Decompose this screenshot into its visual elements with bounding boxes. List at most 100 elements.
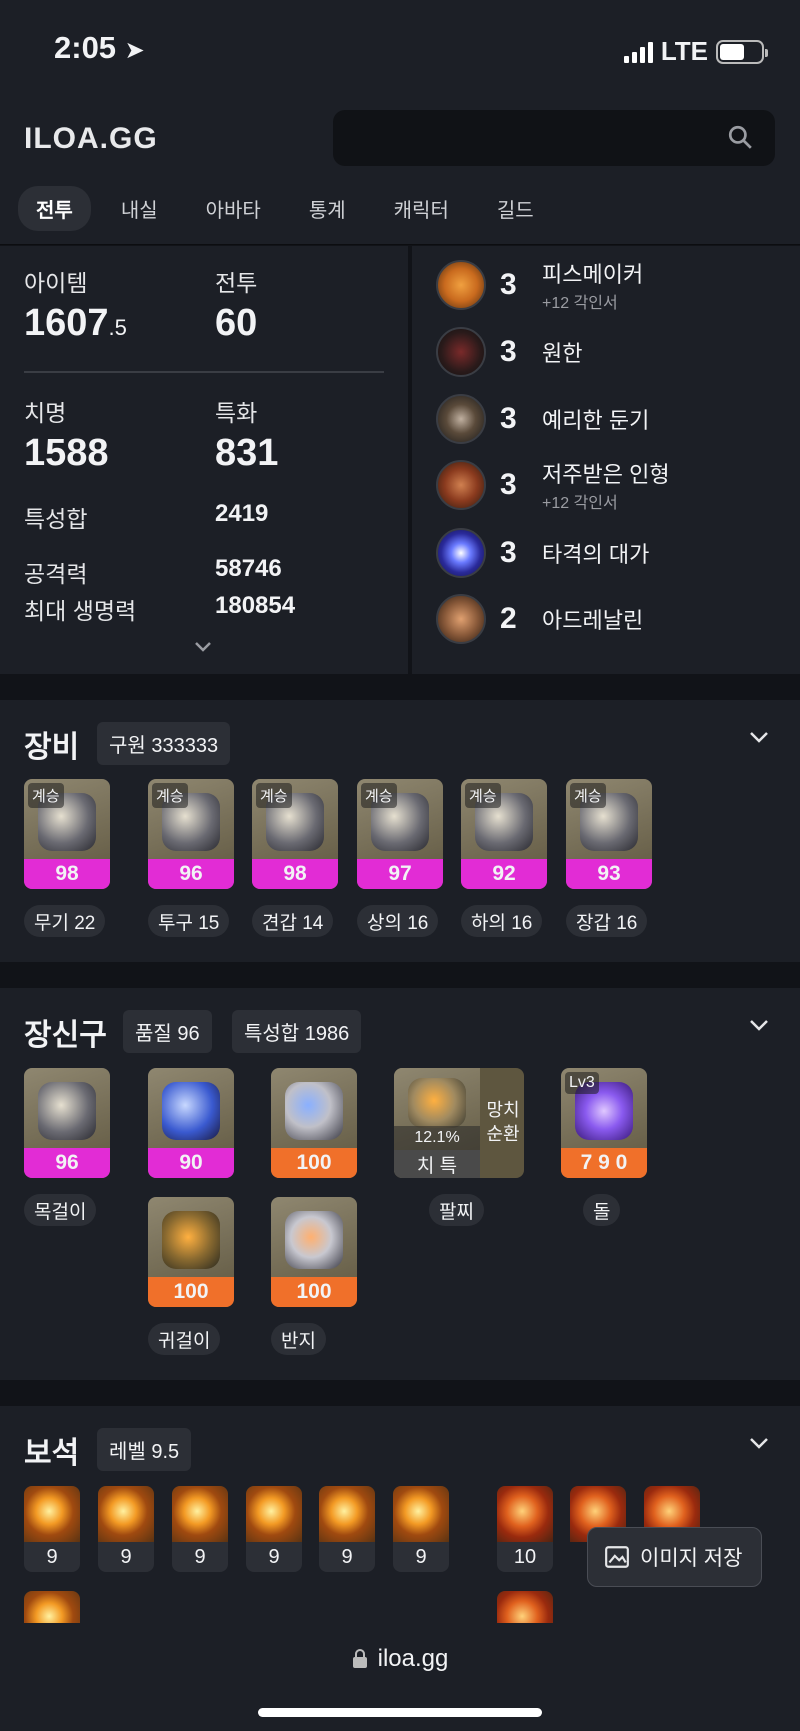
engraving-row[interactable]: 2 아드레날린 xyxy=(436,592,643,646)
expand-stats-chevron-icon[interactable] xyxy=(193,640,213,654)
accessory-quality-tag: 품질 96 xyxy=(123,1010,212,1053)
gem-fire[interactable]: 9 xyxy=(319,1486,375,1572)
ring-icon xyxy=(285,1082,343,1140)
fire-gem-icon xyxy=(393,1486,449,1542)
fire-gem-icon xyxy=(98,1486,154,1542)
accessory-necklace[interactable]: 96 목걸이 xyxy=(24,1068,110,1226)
hp-value: 180854 xyxy=(215,592,296,619)
attack-label: 공격력 xyxy=(24,561,88,587)
quality-bar: 100 xyxy=(271,1277,357,1307)
home-indicator[interactable] xyxy=(258,1708,542,1717)
item-label: 목걸이 xyxy=(24,1194,97,1226)
engraving-row[interactable]: 3 저주받은 인형 +12 각인서 xyxy=(436,458,670,512)
main-nav: 전투 내실 아바타 통계 캐릭터 길드 xyxy=(18,186,552,231)
engraving-row[interactable]: 3 피스메이커 +12 각인서 xyxy=(436,258,643,312)
equipment-item-gloves[interactable]: 계승 93 장갑 16 xyxy=(566,779,652,937)
tab-guild[interactable]: 길드 xyxy=(479,186,552,231)
network-label: LTE xyxy=(660,36,708,66)
quality-bar: 100 xyxy=(271,1148,357,1178)
tab-character[interactable]: 캐릭터 xyxy=(376,186,467,231)
site-header: ILOA.GG 전투 내실 아바타 통계 캐릭터 길드 xyxy=(0,100,800,245)
bracelet-effect: 순환 xyxy=(486,1124,520,1144)
red-gem-icon xyxy=(497,1591,553,1623)
engraving-level: 3 xyxy=(500,268,517,301)
collapse-accessories-chevron-icon[interactable] xyxy=(748,1018,770,1032)
collapse-equipment-chevron-icon[interactable] xyxy=(748,730,770,744)
peacemaker-engraving-icon xyxy=(436,260,486,310)
red-gem-icon xyxy=(497,1486,553,1542)
equipment-item-shoulder[interactable]: 계승 98 견갑 14 xyxy=(252,779,338,937)
gems-section: 보석 레벨 9.5 9 9 9 9 9 9 10 xyxy=(0,1406,800,1623)
engraving-row[interactable]: 3 원한 xyxy=(436,325,582,379)
item-label: 팔찌 xyxy=(429,1194,484,1226)
accessories-title: 장신구 xyxy=(24,1019,107,1052)
quality-bar: 98 xyxy=(24,859,110,889)
stone-level-badge: Lv3 xyxy=(565,1072,599,1094)
engraving-row[interactable]: 3 타격의 대가 xyxy=(436,526,649,580)
grudge-engraving-icon xyxy=(436,327,486,377)
stone-value-bar: 7 9 0 xyxy=(561,1148,647,1178)
item-label: 견갑 14 xyxy=(252,905,334,937)
url-text: iloa.gg xyxy=(377,1645,449,1672)
gem-level: 9 xyxy=(393,1542,449,1572)
bracelet-effect: 망치 xyxy=(486,1100,520,1120)
url-display[interactable]: iloa.gg xyxy=(0,1645,800,1673)
ring-icon xyxy=(285,1211,343,1269)
accessory-ability-stone[interactable]: Lv3 7 9 0 돌 xyxy=(561,1068,647,1226)
engraving-row[interactable]: 3 예리한 둔기 xyxy=(436,392,649,446)
engraving-name: 아드레날린 xyxy=(542,608,644,633)
engravings-panel: 3 피스메이커 +12 각인서 3 원한 3 예리한 둔기 3 저주받은 인형 +1… xyxy=(412,246,800,674)
equipment-item-helmet[interactable]: 계승 96 투구 15 xyxy=(148,779,234,937)
quality-bar: 90 xyxy=(148,1148,234,1178)
status-time: 2:05 ➤ xyxy=(54,30,145,65)
gem-red[interactable]: 10 xyxy=(497,1486,553,1572)
tab-statistics[interactable]: 통계 xyxy=(291,186,364,231)
site-logo[interactable]: ILOA.GG xyxy=(24,122,158,156)
cursed-doll-engraving-icon xyxy=(436,460,486,510)
gem-fire[interactable] xyxy=(24,1591,80,1623)
save-image-label: 이미지 저장 xyxy=(640,1547,743,1570)
accessory-ring-2[interactable]: 100 반지 xyxy=(271,1197,357,1355)
equipment-item-pants[interactable]: 계승 92 하의 16 xyxy=(461,779,547,937)
accessory-earring-2[interactable]: 100 귀걸이 xyxy=(148,1197,234,1355)
gem-fire[interactable]: 9 xyxy=(246,1486,302,1572)
spec-label: 특화 xyxy=(215,400,258,426)
item-label: 반지 xyxy=(271,1323,326,1355)
collapse-gems-chevron-icon[interactable] xyxy=(748,1436,770,1450)
hp-label: 최대 생명력 xyxy=(24,598,137,624)
engraving-sub: +12 각인서 xyxy=(542,495,618,512)
tab-internal[interactable]: 내실 xyxy=(103,186,176,231)
search-input[interactable] xyxy=(333,110,775,166)
tab-avatar[interactable]: 아바타 xyxy=(188,186,279,231)
location-arrow-icon: ➤ xyxy=(124,37,145,64)
equipment-item-weapon[interactable]: 계승 98 무기 22 xyxy=(24,779,110,937)
fire-gem-icon xyxy=(319,1486,375,1542)
spec-value: 831 xyxy=(215,432,279,474)
engraving-name: 예리한 둔기 xyxy=(542,408,650,433)
stat-sum-value: 2419 xyxy=(215,500,269,527)
engraving-level: 2 xyxy=(500,602,517,635)
crit-label: 치명 xyxy=(24,400,67,426)
gem-fire[interactable]: 9 xyxy=(172,1486,228,1572)
accessory-earring-1[interactable]: 90 xyxy=(148,1068,234,1178)
accessory-bracelet[interactable]: 12.1% 치 특 망치 순환 팔찌 xyxy=(394,1068,524,1226)
engraving-level: 3 xyxy=(500,468,517,501)
item-label: 돌 xyxy=(583,1194,621,1226)
gem-fire[interactable]: 9 xyxy=(98,1486,154,1572)
equipment-item-chest[interactable]: 계승 97 상의 16 xyxy=(357,779,443,937)
search-icon[interactable] xyxy=(727,124,753,150)
engraving-level: 3 xyxy=(500,536,517,569)
image-icon xyxy=(605,1546,629,1568)
fire-gem-icon xyxy=(246,1486,302,1542)
engraving-name: 원한 xyxy=(542,341,583,366)
item-label: 귀걸이 xyxy=(148,1323,221,1355)
gem-fire[interactable]: 9 xyxy=(393,1486,449,1572)
engraving-name: 저주받은 인형 xyxy=(542,462,670,487)
accessory-ring-1[interactable]: 100 xyxy=(271,1068,357,1178)
tab-combat[interactable]: 전투 xyxy=(18,186,91,231)
item-label: 무기 22 xyxy=(24,905,106,937)
gem-red[interactable] xyxy=(497,1591,553,1623)
gem-fire[interactable]: 9 xyxy=(24,1486,80,1572)
save-image-button[interactable]: 이미지 저장 xyxy=(587,1527,762,1587)
quality-bar: 93 xyxy=(566,859,652,889)
